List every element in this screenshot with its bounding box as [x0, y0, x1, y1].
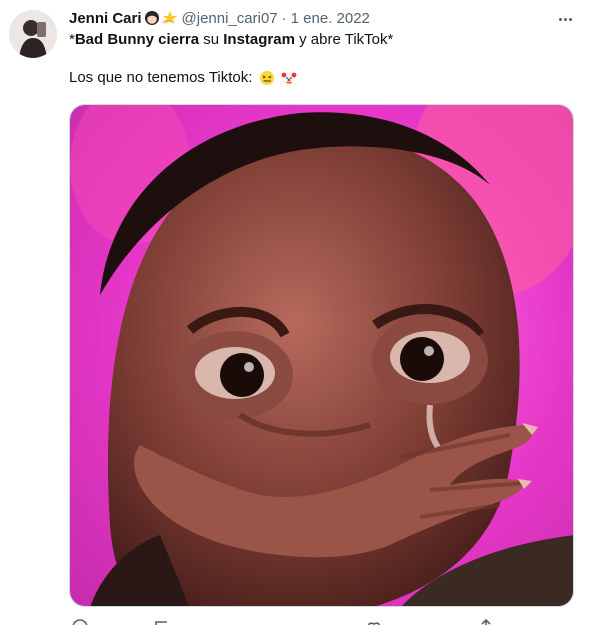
bold-text-fragment: Bad Bunny cierra [74, 31, 200, 48]
tweet-text-line-2: Los que no tenemos Tiktok: [69, 68, 569, 88]
tweet-media-image[interactable] [69, 104, 574, 607]
text-fragment: y abre TikTok* [294, 31, 394, 48]
like-icon[interactable] [365, 618, 383, 625]
clown-face-emoji [281, 70, 297, 86]
more-options-icon[interactable] [554, 8, 576, 30]
avatar[interactable] [9, 10, 57, 58]
tweet-date[interactable]: 1 ene. 2022 [291, 10, 370, 27]
text-fragment: su [199, 31, 224, 48]
dizzy-star-emoji [162, 10, 178, 26]
confounded-face-emoji [259, 70, 275, 86]
tweet-actions [69, 616, 574, 625]
tweet: Jenni Cari @jenni_cari07 · 1 ene. 2022 *… [0, 0, 591, 625]
separator-dot: · [281, 9, 287, 27]
text-fragment: Los que no tenemos Tiktok: [69, 69, 253, 86]
bold-text-fragment: Instagram [223, 31, 295, 48]
author-handle[interactable]: @jenni_cari07 [182, 10, 278, 27]
share-icon[interactable] [477, 618, 495, 625]
retweet-icon[interactable] [153, 618, 171, 625]
tweet-text-line-1: *Bad Bunny cierra su Instagram y abre Ti… [69, 30, 569, 50]
reply-icon[interactable] [71, 618, 89, 625]
woman-emoji [144, 10, 160, 26]
tweet-header: Jenni Cari @jenni_cari07 · 1 ene. 2022 [69, 8, 370, 28]
author-name[interactable]: Jenni Cari [69, 10, 142, 27]
